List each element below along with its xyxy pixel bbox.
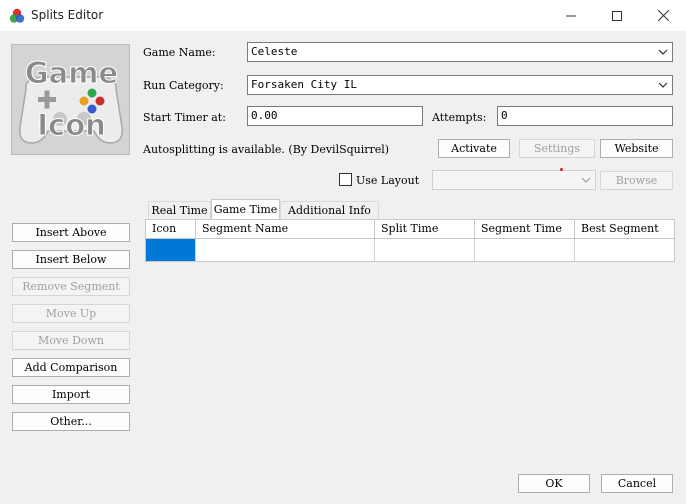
game-icon-text-line1: Game (25, 56, 118, 90)
cancel-button[interactable]: Cancel (601, 474, 673, 493)
use-layout-checkbox[interactable] (339, 173, 352, 186)
settings-button[interactable]: Settings (519, 139, 595, 158)
activate-button[interactable]: Activate (438, 139, 510, 158)
maximize-button[interactable] (594, 0, 640, 31)
insert-above-button[interactable]: Insert Above (12, 223, 130, 242)
game-name-value: Celeste (251, 45, 298, 58)
run-category-label: Run Category: (143, 79, 224, 92)
cursor-dot (560, 168, 563, 171)
livesplit-app-icon (9, 8, 25, 23)
window-title: Splits Editor (31, 8, 104, 22)
segments-table[interactable]: Icon Segment Name Split Time Segment Tim… (145, 219, 675, 262)
other-button[interactable]: Other... (12, 412, 130, 431)
game-icon[interactable]: Game Icon (11, 44, 130, 155)
autosplit-status-text: Autosplitting is available. (By DevilSqu… (143, 143, 390, 156)
tab-additional-info[interactable]: Additional Info (280, 201, 379, 219)
use-layout-label: Use Layout (356, 174, 420, 187)
game-name-label: Game Name: (143, 46, 216, 59)
website-button[interactable]: Website (600, 139, 673, 158)
add-comparison-button[interactable]: Add Comparison (12, 358, 130, 377)
column-header-segment-time[interactable]: Segment Time (475, 220, 575, 238)
tab-real-time[interactable]: Real Time (148, 201, 211, 219)
gamepad-icon: Game Icon (19, 56, 123, 144)
attempts-label: Attempts: (432, 111, 487, 124)
remove-segment-button[interactable]: Remove Segment (12, 277, 130, 296)
table-header: Icon Segment Name Split Time Segment Tim… (146, 220, 674, 239)
column-header-icon[interactable]: Icon (146, 220, 196, 238)
browse-button[interactable]: Browse (600, 171, 673, 190)
table-cell-segment-time[interactable] (475, 239, 575, 261)
game-name-combobox[interactable]: Celeste (247, 42, 673, 62)
maximize-icon (612, 10, 622, 21)
chevron-down-icon (581, 177, 591, 183)
column-header-best-segment[interactable]: Best Segment (575, 220, 674, 238)
table-cell-icon[interactable] (146, 239, 196, 261)
table-cell-split-time[interactable] (375, 239, 475, 261)
run-category-value: Forsaken City IL (251, 78, 357, 91)
close-button[interactable] (640, 0, 686, 31)
chevron-down-icon (658, 82, 668, 88)
game-icon-text-line2: Icon (37, 108, 106, 142)
insert-below-button[interactable]: Insert Below (12, 250, 130, 269)
column-header-split-time[interactable]: Split Time (375, 220, 475, 238)
minimize-icon (566, 15, 576, 16)
table-cell-segment-name[interactable] (196, 239, 375, 261)
attempts-input[interactable]: 0 (497, 106, 673, 126)
minimize-button[interactable] (548, 0, 594, 31)
import-button[interactable]: Import (12, 385, 130, 404)
start-timer-label: Start Timer at: (143, 111, 226, 124)
close-icon (657, 10, 669, 21)
tab-game-time[interactable]: Game Time (211, 199, 280, 219)
chevron-down-icon (658, 49, 668, 55)
layout-combobox[interactable] (432, 170, 596, 190)
table-cell-best-segment[interactable] (575, 239, 674, 261)
move-up-button[interactable]: Move Up (12, 304, 130, 323)
ok-button[interactable]: OK (518, 474, 590, 493)
move-down-button[interactable]: Move Down (12, 331, 130, 350)
start-timer-input[interactable]: 0.00 (247, 106, 423, 126)
column-header-segment-name[interactable]: Segment Name (196, 220, 375, 238)
table-row[interactable] (146, 239, 674, 261)
run-category-combobox[interactable]: Forsaken City IL (247, 75, 673, 95)
